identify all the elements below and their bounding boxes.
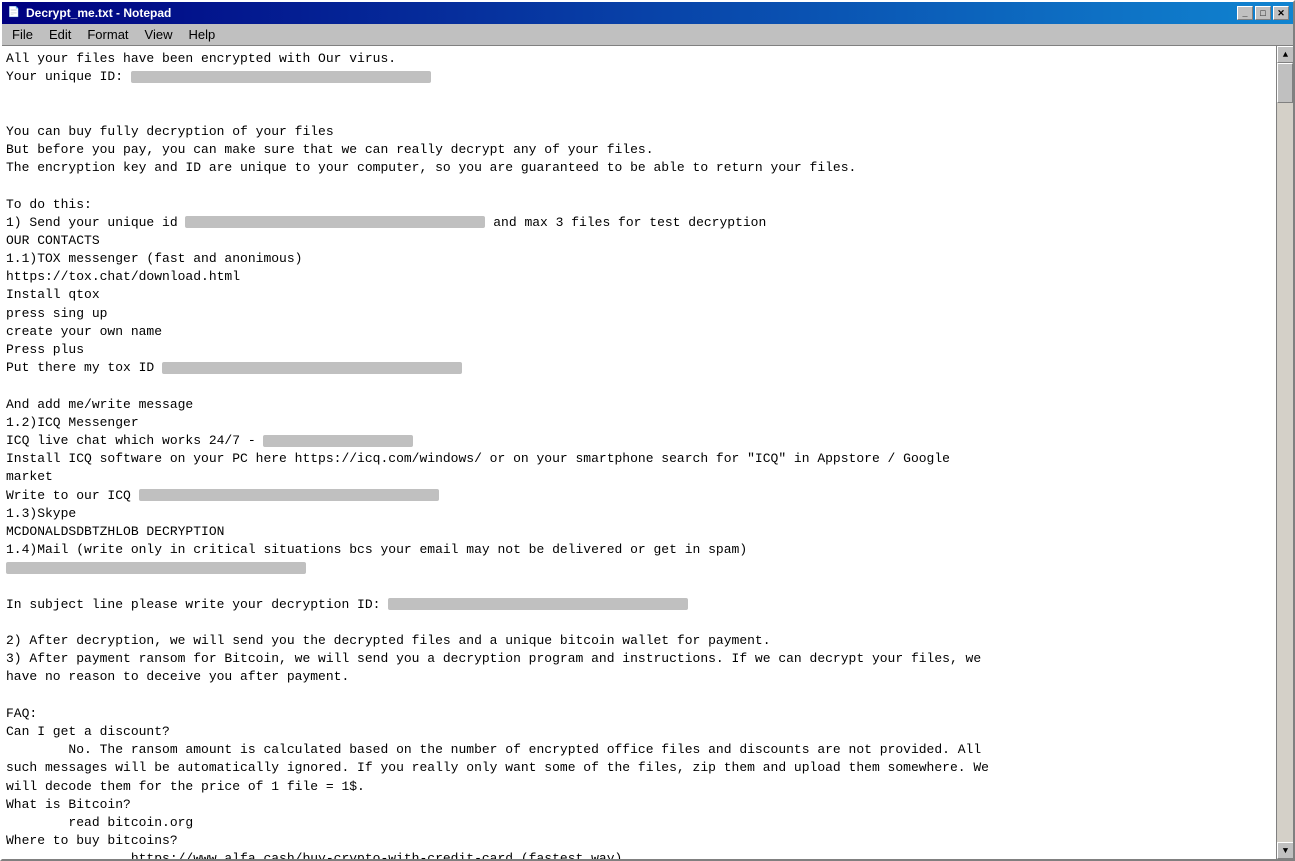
scroll-track[interactable] (1277, 63, 1293, 842)
scroll-down-button[interactable]: ▼ (1277, 842, 1293, 859)
redacted-id-1 (131, 71, 431, 83)
redacted-tox (162, 362, 462, 374)
menu-help[interactable]: Help (180, 25, 223, 44)
menu-file[interactable]: File (4, 25, 41, 44)
title-bar: 📄 Decrypt_me.txt - Notepad _ □ ✕ (2, 2, 1293, 24)
menu-bar: File Edit Format View Help (2, 24, 1293, 46)
maximize-button[interactable]: □ (1255, 6, 1271, 20)
menu-view[interactable]: View (137, 25, 181, 44)
menu-format[interactable]: Format (79, 25, 136, 44)
content-area: All your files have been encrypted with … (2, 46, 1293, 859)
scrollbar-vertical[interactable]: ▲ ▼ (1276, 46, 1293, 859)
scroll-thumb[interactable] (1277, 63, 1293, 103)
redacted-id-2 (185, 216, 485, 228)
app-icon: 📄 (6, 5, 22, 21)
redacted-icq-1 (263, 435, 413, 447)
title-bar-left: 📄 Decrypt_me.txt - Notepad (6, 5, 171, 21)
scroll-up-button[interactable]: ▲ (1277, 46, 1293, 63)
window-title: Decrypt_me.txt - Notepad (26, 6, 171, 20)
menu-edit[interactable]: Edit (41, 25, 79, 44)
redacted-decryption-id (388, 598, 688, 610)
close-button[interactable]: ✕ (1273, 6, 1289, 20)
text-editor[interactable]: All your files have been encrypted with … (2, 46, 1276, 859)
notepad-window: 📄 Decrypt_me.txt - Notepad _ □ ✕ File Ed… (0, 0, 1295, 861)
minimize-button[interactable]: _ (1237, 6, 1253, 20)
window-controls: _ □ ✕ (1237, 6, 1289, 20)
redacted-mail (6, 562, 306, 574)
redacted-icq-2 (139, 489, 439, 501)
